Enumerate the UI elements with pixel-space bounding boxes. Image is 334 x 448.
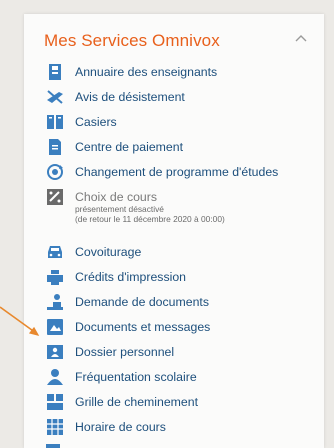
car-icon xyxy=(48,246,62,258)
payment-icon xyxy=(49,139,61,155)
service-label: Dossier personnel xyxy=(75,345,175,359)
services-panel: Mes Services Omnivox Annuaire des enseig… xyxy=(24,14,324,448)
service-item-dossier-personnel[interactable]: Dossier personnel xyxy=(46,342,316,364)
service-item-grille-cheminement[interactable]: Grille de cheminement xyxy=(46,392,316,414)
next-item-icon xyxy=(46,444,60,448)
service-label: Avis de désistement xyxy=(75,90,185,104)
documents-messages-icon xyxy=(47,319,63,335)
service-label: Horaire de cours xyxy=(75,420,166,434)
service-label: Demande de documents xyxy=(75,295,209,309)
service-label: Grille de cheminement xyxy=(75,395,199,409)
panel-header: Mes Services Omnivox xyxy=(44,31,319,57)
service-label: Choix de cours xyxy=(75,190,158,204)
service-item-choix-cours: Choix de cours présentement désactivé (d… xyxy=(46,187,316,233)
progress-grid-icon xyxy=(47,394,63,410)
service-label: Changement de programme d'études xyxy=(75,165,279,179)
service-label: Crédits d'impression xyxy=(75,270,187,284)
lockers-icon xyxy=(47,115,63,129)
service-item-frequentation-scolaire[interactable]: Fréquentation scolaire xyxy=(46,367,316,389)
disabled-note: présentement désactivé xyxy=(75,204,164,214)
program-change-icon xyxy=(47,164,63,180)
directory-icon xyxy=(49,64,61,80)
service-item-demande-documents[interactable]: Demande de documents xyxy=(46,292,316,314)
service-item-changement-programme[interactable]: Changement de programme d'études xyxy=(46,162,316,184)
document-request-icon xyxy=(47,294,63,310)
service-label: Fréquentation scolaire xyxy=(75,370,197,384)
chevron-up-icon[interactable] xyxy=(293,31,309,47)
course-choice-icon xyxy=(47,189,63,205)
printer-icon xyxy=(47,270,63,285)
service-item-horaire-cours[interactable]: Horaire de cours xyxy=(46,417,316,439)
service-item-centre-paiement[interactable]: Centre de paiement xyxy=(46,137,316,159)
service-item-covoiturage[interactable]: Covoiturage xyxy=(46,242,316,264)
withdrawal-icon xyxy=(47,90,63,104)
attendance-icon xyxy=(47,369,63,385)
service-label: Annuaire des enseignants xyxy=(75,65,218,79)
service-item-credits-impression[interactable]: Crédits d'impression xyxy=(46,267,316,289)
service-item-avis-desistement[interactable]: Avis de désistement xyxy=(46,87,316,109)
service-label: Casiers xyxy=(75,115,117,129)
service-label: Covoiturage xyxy=(75,245,142,259)
personal-file-icon xyxy=(47,345,63,359)
service-label: Documents et messages xyxy=(75,320,211,334)
service-label: Centre de paiement xyxy=(75,140,184,154)
panel-title: Mes Services Omnivox xyxy=(44,31,220,50)
service-item-annuaire[interactable]: Annuaire des enseignants xyxy=(46,62,316,84)
schedule-icon xyxy=(47,419,63,435)
reopen-date-note: (de retour le 11 décembre 2020 à 00:00) xyxy=(75,214,225,224)
service-item-documents-messages[interactable]: Documents et messages xyxy=(46,317,316,339)
service-item-casiers[interactable]: Casiers xyxy=(46,112,316,134)
